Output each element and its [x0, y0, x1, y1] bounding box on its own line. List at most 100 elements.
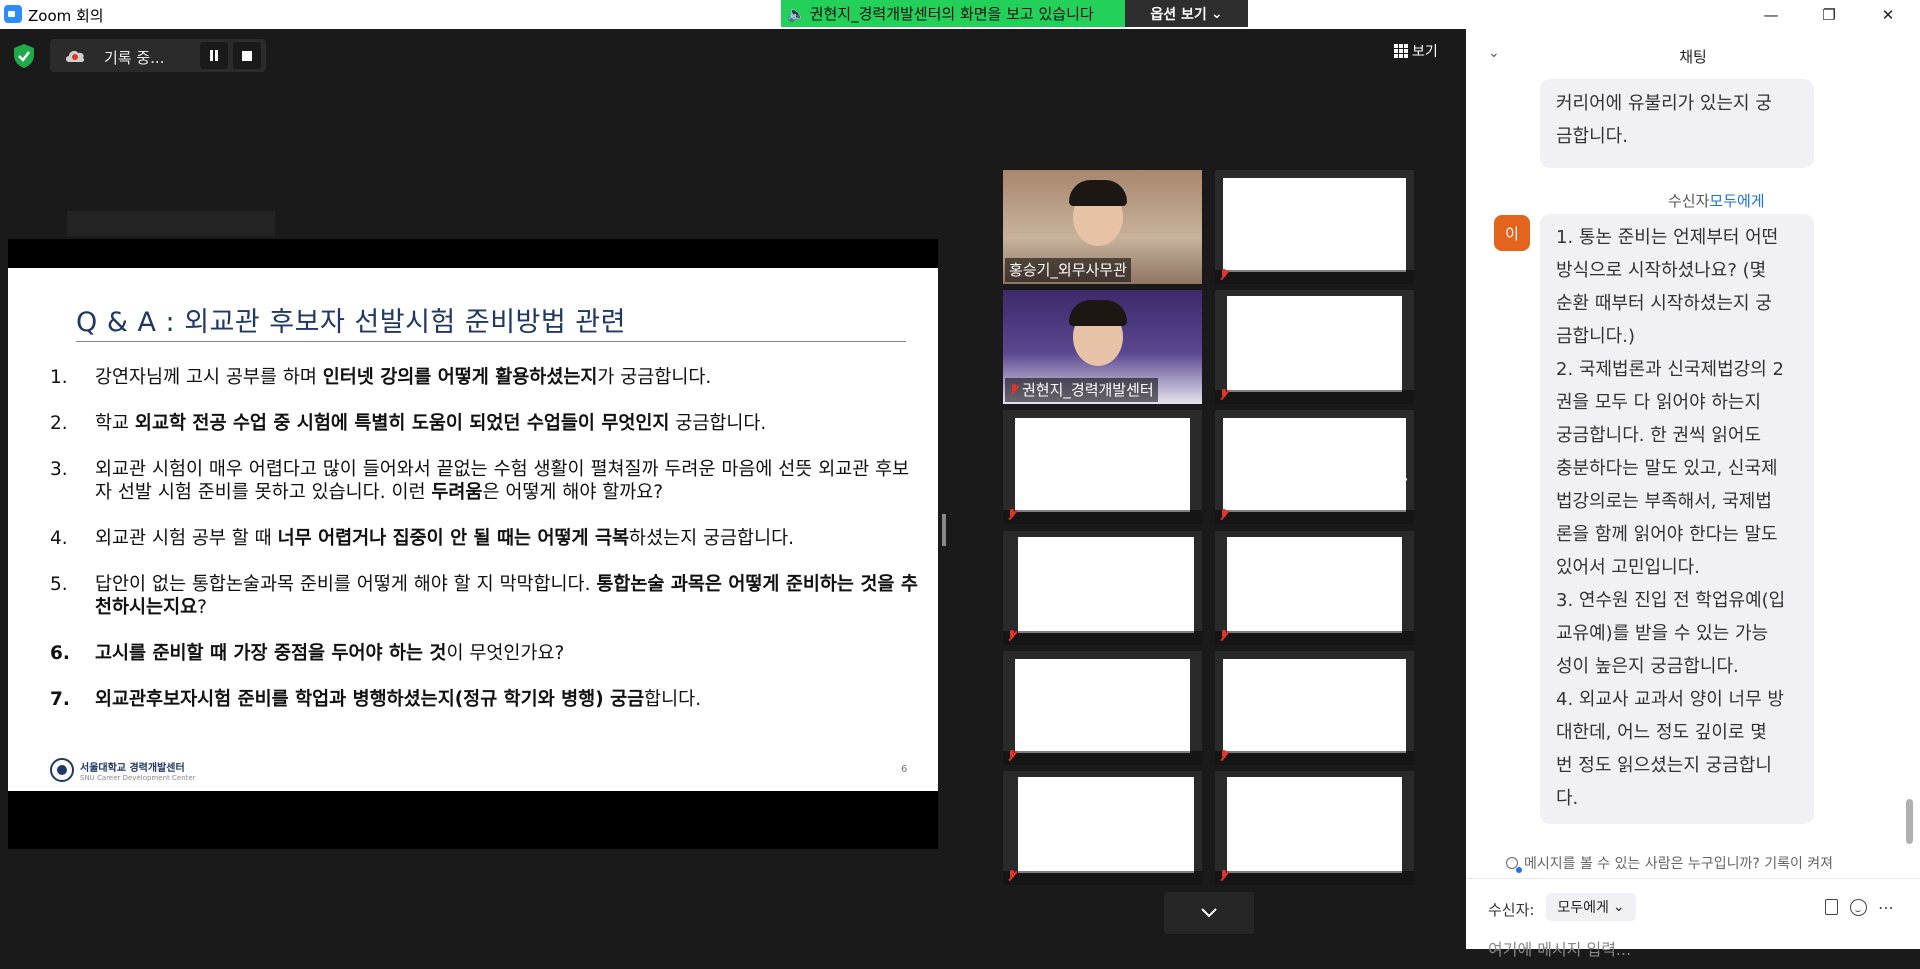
participant-tile[interactable] [1215, 410, 1414, 524]
meeting-area: 기록 중... 보기 Q & A : 외교관 후보자 선발시험 준비방법 관련 … [0, 29, 1466, 949]
question-text: 은 어떻게 해야 할까요? [482, 482, 664, 503]
chat-panel: ⌄ 채팅 커리어에 유불리가 있는지 궁 금합니다. 수신자모두에게 이 1. 통… [1466, 29, 1920, 969]
participant-video-blank [1227, 537, 1402, 633]
chat-message-line: 성이 높은지 궁금합니다. [1556, 656, 1739, 677]
recipient-dropdown[interactable]: 모두에게 ⌄ [1546, 893, 1636, 921]
recipient-prefix: 수신자 [1668, 192, 1710, 210]
question-item: 5. 답안이 없는 통합논술과목 준비를 어떻게 해야 할 지 막막합니다. 통합… [50, 573, 920, 619]
question-text: 외교관 시험 공부 할 때 [95, 528, 278, 549]
question-number: 7. [50, 689, 70, 710]
participant-video-blank [1223, 418, 1406, 512]
chat-privacy-notice[interactable]: 메시지를 볼 수 있는 사람은 누구입니까? 기록이 켜져 [1506, 853, 1920, 873]
chat-message-input[interactable] [1488, 929, 1908, 969]
name-strip [1215, 631, 1414, 645]
file-icon [1824, 899, 1838, 915]
chat-header: ⌄ 채팅 [1466, 29, 1920, 79]
question-number: 5. [50, 574, 68, 595]
chat-title: 채팅 [1679, 48, 1707, 66]
participant-name: 홍승기_외무사무관 [1005, 258, 1131, 282]
participant-hair [1069, 180, 1127, 206]
encryption-shield-icon[interactable] [12, 43, 36, 69]
participant-tile[interactable]: 권현지_경력개발센터 [1003, 290, 1202, 404]
participant-tile[interactable] [1003, 651, 1202, 765]
muted-mic-icon [1219, 508, 1229, 522]
chat-message-line: 충분하다는 말도 있고, 신국제 [1556, 458, 1778, 479]
stop-recording-button[interactable] [233, 42, 261, 69]
participant-tile[interactable]: 홍승기_외무사무관 [1003, 170, 1202, 284]
chat-message-line: 있어서 고민입니다. [1556, 557, 1700, 578]
title-divider [76, 341, 906, 342]
question-emphasis: 인터넷 강의를 어떻게 활용하셨는지 [322, 367, 598, 388]
speaker-icon: 🔈 [787, 4, 806, 23]
minimize-button[interactable]: — [1748, 0, 1794, 29]
pause-recording-button[interactable] [200, 42, 228, 69]
participant-tile[interactable] [1215, 531, 1414, 645]
maximize-button[interactable]: ❐ [1806, 0, 1852, 29]
chat-more-button[interactable]: ⋯ [1876, 896, 1896, 918]
recipient-everyone-link[interactable]: 모두에게 [1709, 192, 1764, 210]
participant-tile[interactable] [1215, 290, 1414, 404]
screen-share-banner: 🔈 권현지_경력개발센터의 화면을 보고 있습니다 [781, 0, 1125, 27]
chat-scrollbar[interactable] [1906, 799, 1913, 844]
participant-tile[interactable] [1003, 531, 1202, 645]
chat-message-line: 순환 때부터 시작하셨는지 궁 [1556, 293, 1772, 314]
name-strip [1003, 751, 1202, 765]
panel-resize-handle[interactable] [942, 514, 946, 546]
view-label: 보기 [1412, 44, 1438, 60]
emoji-button[interactable] [1848, 896, 1868, 918]
participant-tile[interactable] [1215, 651, 1414, 765]
question-text: 가 궁금합니다. [597, 367, 712, 388]
participant-video-blank [1223, 178, 1406, 272]
more-options-icon[interactable]: ⋯ [1391, 469, 1409, 490]
chat-message-line: 번 정도 읽으셨는지 궁금합니 [1556, 755, 1772, 776]
chevron-down-icon [1201, 908, 1217, 918]
chat-message-line: 교유예)를 받을 수 있는 가능 [1556, 623, 1769, 644]
close-button[interactable]: ✕ [1865, 0, 1911, 29]
chat-message-line: 3. 연수원 진입 전 학업유예(입 [1556, 590, 1786, 611]
question-text: 궁금합니다. [669, 413, 767, 434]
chat-message-latest: 1. 통논 준비는 언제부터 어떤 방식으로 시작하셨나요? (몇 순환 때부터 시… [1540, 214, 1814, 824]
question-text: 강연자님께 고시 공부를 하며 [95, 367, 323, 388]
slide-page-number: 6 [901, 764, 908, 775]
chat-message-previous: 커리어에 유불리가 있는지 궁 금합니다. [1540, 79, 1814, 168]
muted-mic-icon [1007, 869, 1017, 883]
zoom-app-icon [4, 5, 22, 23]
participant-video-blank [1015, 659, 1190, 753]
participant-tile[interactable] [1003, 771, 1202, 885]
question-list: 1. 강연자님께 고시 공부를 하며 인터넷 강의를 어떻게 활용하셨는지가 궁금… [50, 366, 920, 734]
question-emphasis: 외교학 전공 수업 중 시험에 특별히 도움이 되었던 수업들이 무엇인지 [134, 413, 670, 434]
name-strip [1003, 871, 1202, 885]
question-item: 1. 강연자님께 고시 공부를 하며 인터넷 강의를 어떻게 활용하셨는지가 궁금… [50, 366, 920, 389]
chat-message-line: 대한데, 어느 정도 깊이로 몇 [1556, 722, 1767, 743]
question-text: 학교 [95, 413, 135, 434]
send-file-button[interactable] [1821, 896, 1841, 918]
question-emphasis: 너무 어렵거나 집중이 안 될 때는 어떻게 극복 [277, 528, 630, 549]
participant-video-blank [1227, 296, 1402, 392]
chat-divider [1466, 878, 1920, 879]
share-banner-text: 권현지_경력개발센터의 화면을 보고 있습니다 [809, 5, 1094, 23]
question-number: 6. [50, 643, 70, 664]
gallery-scroll-down-button[interactable] [1164, 892, 1254, 934]
muted-mic-icon [1219, 749, 1229, 763]
view-button[interactable]: 보기 [1394, 39, 1460, 63]
pause-icon [209, 46, 219, 65]
question-item: 4. 외교관 시험 공부 할 때 너무 어렵거나 집중이 안 될 때는 어떻게 극… [50, 527, 920, 550]
participants-icon [1506, 857, 1522, 873]
participant-tile[interactable] [1215, 771, 1414, 885]
question-text: 답안이 없는 통합논술과목 준비를 어떻게 해야 할 지 막막합니다. [95, 574, 597, 595]
view-options-button[interactable]: 옵션 보기 ⌄ [1125, 0, 1248, 27]
chat-message-line: 금합니다.) [1556, 326, 1635, 347]
participant-tile[interactable] [1003, 410, 1202, 524]
participant-video-blank [1018, 777, 1194, 873]
sender-avatar: 이 [1494, 215, 1530, 251]
question-number: 1. [50, 367, 68, 388]
chat-message-line: 커리어에 유불리가 있는지 궁 [1556, 93, 1772, 114]
participant-tile[interactable] [1215, 170, 1414, 284]
chat-message-line: 1. 통논 준비는 언제부터 어떤 [1556, 227, 1779, 248]
view-options-label: 옵션 보기 [1150, 6, 1207, 23]
recording-indicator: 기록 중... [50, 39, 266, 72]
chevron-down-icon: ⌄ [1210, 5, 1223, 22]
chat-message-line: 론을 함께 읽어야 한다는 말도 [1556, 524, 1778, 545]
question-emphasis: 두려움 [431, 482, 483, 503]
question-number: 4. [50, 528, 68, 549]
